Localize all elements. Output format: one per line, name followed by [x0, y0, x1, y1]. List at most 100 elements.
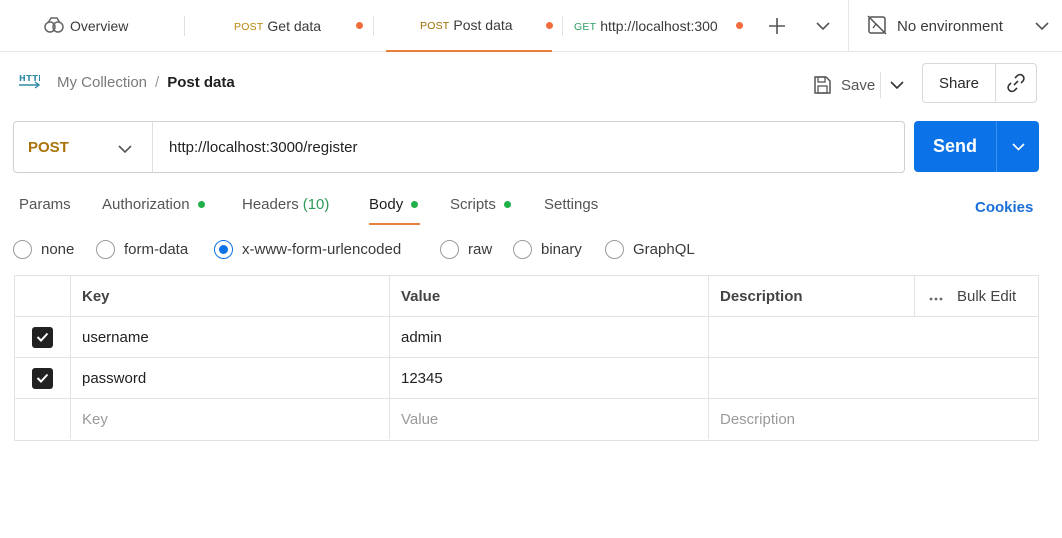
tab-bar: Overview POST Get data POST Post data GE…: [0, 0, 1062, 52]
tab-headers-label: Headers: [242, 196, 299, 213]
tab-overview[interactable]: Overview: [44, 0, 128, 52]
column-header-description: Description: [709, 276, 915, 316]
table-header-check: [15, 276, 71, 316]
no-environment-icon: [867, 14, 887, 38]
unsaved-dot: [356, 22, 363, 29]
more-dots-icon[interactable]: [929, 288, 943, 305]
row-key[interactable]: password: [71, 358, 390, 398]
tab-localhost[interactable]: GET http://localhost:300: [574, 0, 718, 52]
new-value-input[interactable]: Value: [390, 399, 709, 439]
row-key[interactable]: username: [71, 317, 390, 357]
radio-label: binary: [541, 241, 582, 258]
row-value[interactable]: 12345: [390, 358, 709, 398]
radio-circle: [440, 240, 459, 259]
save-label: Save: [841, 76, 876, 94]
chevron-down-icon: [890, 80, 904, 89]
new-description-input[interactable]: Description: [709, 399, 1038, 439]
checkmark-icon: [32, 326, 53, 348]
row-enable-checkbox[interactable]: [15, 358, 71, 398]
tab-overview-label: Overview: [70, 18, 129, 34]
tab-label: http://localhost:300: [600, 18, 718, 34]
radio-urlencoded[interactable]: x-www-form-urlencoded: [214, 240, 401, 259]
table-row: username admin: [15, 317, 1038, 358]
table-header-row: Key Value Description Bulk Edit: [15, 276, 1038, 317]
row-value[interactable]: admin: [390, 317, 709, 357]
column-header-value: Value: [390, 276, 709, 316]
table-row-new: Key Value Description: [15, 399, 1038, 440]
tab-divider: [373, 16, 374, 36]
tab-method-badge: GET: [574, 21, 597, 33]
tab-params-label: Params: [19, 196, 71, 213]
request-name[interactable]: Post data: [167, 74, 235, 91]
send-group: Send: [914, 121, 1039, 172]
headers-count: (10): [302, 196, 330, 213]
tab-method-badge: POST: [234, 21, 264, 33]
radio-none[interactable]: none: [13, 240, 74, 259]
radio-form-data[interactable]: form-data: [96, 240, 188, 259]
status-dot: [411, 201, 419, 208]
method-select[interactable]: POST: [14, 122, 153, 172]
tab-scripts-label: Scripts: [450, 196, 496, 213]
row-description[interactable]: [709, 317, 1038, 357]
body-params-table: Key Value Description Bulk Edit username…: [14, 275, 1039, 441]
bulk-edit-button[interactable]: Bulk Edit: [915, 276, 1038, 316]
tab-body[interactable]: Body: [369, 196, 419, 213]
radio-circle-selected: [214, 240, 233, 259]
radio-label: form-data: [124, 241, 189, 258]
tab-authorization[interactable]: Authorization: [102, 196, 205, 213]
column-header-key: Key: [71, 276, 390, 316]
radio-circle: [513, 240, 532, 259]
method-label: POST: [28, 138, 69, 156]
send-options-button[interactable]: [997, 121, 1039, 172]
cookies-link[interactable]: Cookies: [975, 199, 1033, 216]
tab-body-label: Body: [369, 196, 404, 213]
radio-graphql[interactable]: GraphQL: [605, 240, 695, 259]
radio-raw[interactable]: raw: [440, 240, 492, 259]
save-button[interactable]: Save: [806, 68, 881, 102]
save-options-button[interactable]: [886, 72, 908, 98]
tab-headers[interactable]: Headers (10): [242, 196, 329, 213]
send-button[interactable]: Send: [914, 121, 997, 172]
environment-selector[interactable]: No environment: [848, 0, 1062, 52]
tab-get-data[interactable]: POST Get data: [234, 0, 321, 52]
save-divider: [880, 72, 881, 98]
new-tab-button[interactable]: [764, 14, 790, 38]
row-description[interactable]: [709, 358, 1038, 398]
unsaved-dot: [736, 22, 743, 29]
chevron-down-icon: [1035, 18, 1049, 34]
unsaved-dot: [546, 22, 553, 29]
share-button[interactable]: Share: [923, 64, 996, 102]
bulk-edit-label: Bulk Edit: [957, 287, 1017, 305]
radio-label: none: [41, 241, 75, 258]
breadcrumb-collection[interactable]: My Collection: [57, 74, 147, 91]
plus-icon: [769, 18, 785, 34]
tabs-menu-button[interactable]: [812, 14, 834, 38]
tab-authorization-label: Authorization: [102, 196, 190, 213]
url-input[interactable]: [153, 122, 904, 172]
tab-settings-label: Settings: [544, 196, 599, 213]
chevron-down-icon: [118, 141, 132, 157]
copy-link-button[interactable]: [996, 64, 1036, 102]
tab-settings[interactable]: Settings: [544, 196, 598, 213]
tab-label: Get data: [267, 18, 322, 34]
status-dot: [503, 201, 511, 208]
radio-binary[interactable]: binary: [513, 240, 582, 259]
chevron-down-icon: [1011, 142, 1025, 151]
tab-scripts[interactable]: Scripts: [450, 196, 511, 213]
breadcrumb: My Collection / Post data: [57, 74, 235, 91]
tab-post-data[interactable]: POST Post data: [386, 0, 552, 52]
link-icon: [1007, 73, 1025, 93]
row-enable-checkbox[interactable]: [15, 317, 71, 357]
share-group: Share: [922, 63, 1037, 103]
tab-divider: [562, 16, 563, 36]
new-key-input[interactable]: Key: [71, 399, 390, 439]
tab-label: Post data: [453, 17, 513, 33]
table-row: password 12345: [15, 358, 1038, 399]
status-dot: [197, 201, 205, 208]
request-subtabs: Params Authorization Headers (10) Body S…: [0, 186, 1062, 226]
radio-circle: [13, 240, 32, 259]
radio-label: x-www-form-urlencoded: [242, 241, 402, 258]
request-bar: POST: [13, 121, 905, 173]
row-check-empty: [15, 399, 71, 439]
tab-params[interactable]: Params: [19, 196, 71, 213]
